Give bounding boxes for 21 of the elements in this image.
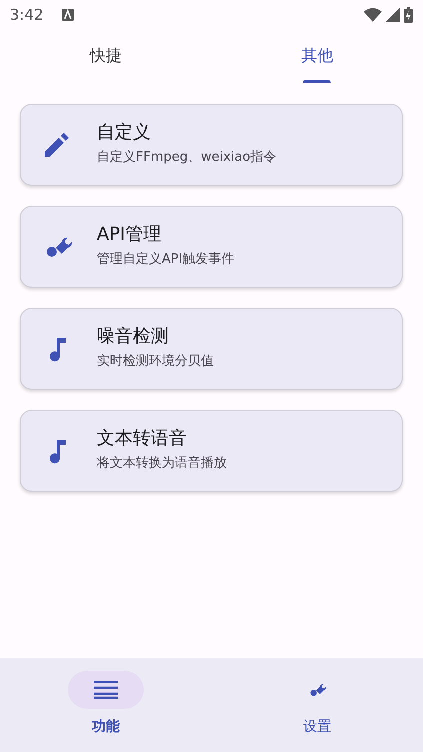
status-time: 3:42 <box>10 4 44 26</box>
feature-card[interactable]: API管理 管理自定义API触发事件 <box>20 206 403 288</box>
feature-card[interactable]: 文本转语音 将文本转换为语音播放 <box>20 410 403 492</box>
signal-icon <box>386 8 400 22</box>
nav-item[interactable]: 设置 <box>212 658 423 752</box>
card-subtitle: 实时检测环境分贝值 <box>97 353 214 372</box>
card-title: API管理 <box>97 224 162 246</box>
menu-icon <box>94 681 118 699</box>
wifi-icon <box>364 8 382 22</box>
tab[interactable]: 其他 <box>212 30 423 100</box>
card-subtitle: 管理自定义API触发事件 <box>97 251 235 270</box>
feature-card[interactable]: 自定义 自定义FFmpeg、weixiao指令 <box>20 104 403 186</box>
tab[interactable]: 快捷 <box>0 30 212 100</box>
feature-card[interactable]: 噪音检测 实时检测环境分贝值 <box>20 308 403 390</box>
battery-icon <box>404 7 413 23</box>
card-title: 文本转语音 <box>97 428 188 450</box>
card-title: 噪音检测 <box>97 326 170 348</box>
nav-item[interactable]: 功能 <box>0 658 212 752</box>
card-subtitle: 将文本转换为语音播放 <box>97 455 227 474</box>
card-subtitle: 自定义FFmpeg、weixiao指令 <box>97 149 277 168</box>
card-title: 自定义 <box>97 122 152 144</box>
